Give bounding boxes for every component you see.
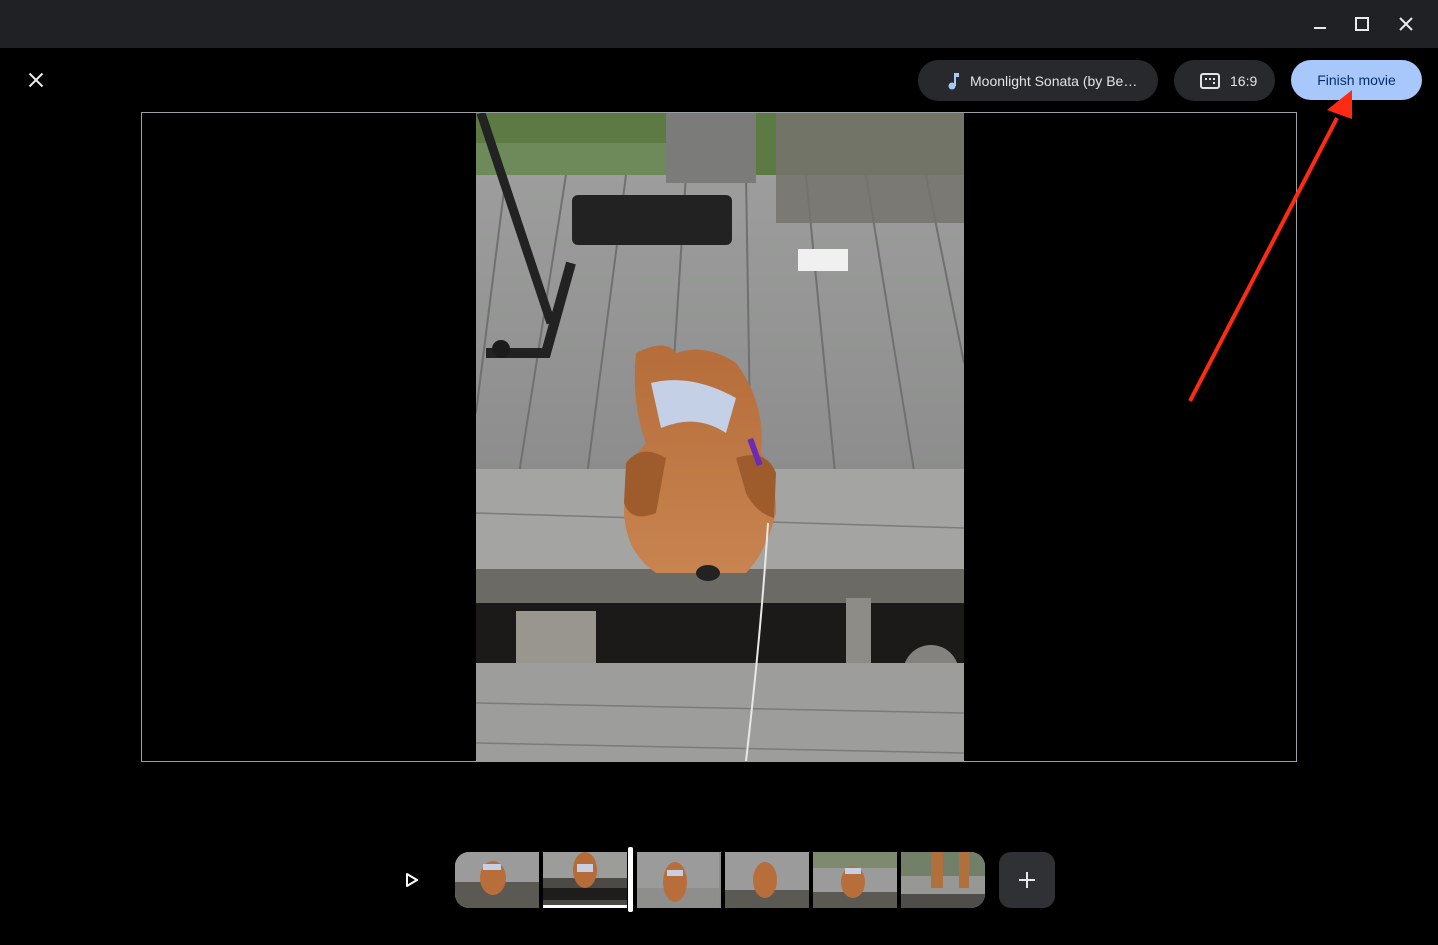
preview-stage xyxy=(141,112,1297,762)
play-icon xyxy=(406,873,418,887)
timeline-clip-2[interactable] xyxy=(543,852,627,908)
clip-thumbnail-image xyxy=(901,852,985,908)
clip-thumbnail-image xyxy=(725,852,809,908)
close-icon xyxy=(28,72,44,88)
minimize-button[interactable] xyxy=(1300,8,1340,40)
puppy-photo-image xyxy=(476,113,964,761)
plus-icon xyxy=(1019,872,1035,888)
maximize-icon xyxy=(1355,17,1369,31)
timeline xyxy=(455,852,985,908)
timeline-playhead[interactable] xyxy=(628,847,633,912)
clip-thumbnail-image xyxy=(543,852,627,908)
window-titlebar xyxy=(0,0,1438,48)
close-window-button[interactable] xyxy=(1386,8,1426,40)
music-note-icon xyxy=(948,72,959,89)
music-selector-button[interactable]: Moonlight Sonata (by Be… xyxy=(918,60,1158,101)
clip-thumbnail-image xyxy=(637,852,719,908)
aspect-ratio-button[interactable]: 16:9 xyxy=(1174,60,1275,101)
aspect-ratio-label: 16:9 xyxy=(1230,72,1258,89)
close-icon xyxy=(1399,17,1413,31)
maximize-button[interactable] xyxy=(1342,8,1382,40)
timeline-clip-1[interactable] xyxy=(455,852,539,908)
clip-thumbnail-image xyxy=(455,852,539,908)
timeline-clip-6[interactable] xyxy=(901,852,985,908)
close-editor-button[interactable] xyxy=(20,64,52,96)
preview-photo xyxy=(476,113,964,761)
clip-thumbnail-image xyxy=(813,852,897,908)
timeline-clip-3[interactable] xyxy=(637,852,721,908)
timeline-clip-5[interactable] xyxy=(813,852,897,908)
play-button[interactable] xyxy=(396,864,428,896)
minimize-icon xyxy=(1314,27,1326,29)
timeline-clip-4[interactable] xyxy=(725,852,809,908)
finish-movie-button[interactable]: Finish movie xyxy=(1291,60,1422,100)
aspect-ratio-icon xyxy=(1200,72,1220,89)
music-title: Moonlight Sonata (by Be… xyxy=(970,72,1138,89)
add-media-button[interactable] xyxy=(999,852,1055,908)
